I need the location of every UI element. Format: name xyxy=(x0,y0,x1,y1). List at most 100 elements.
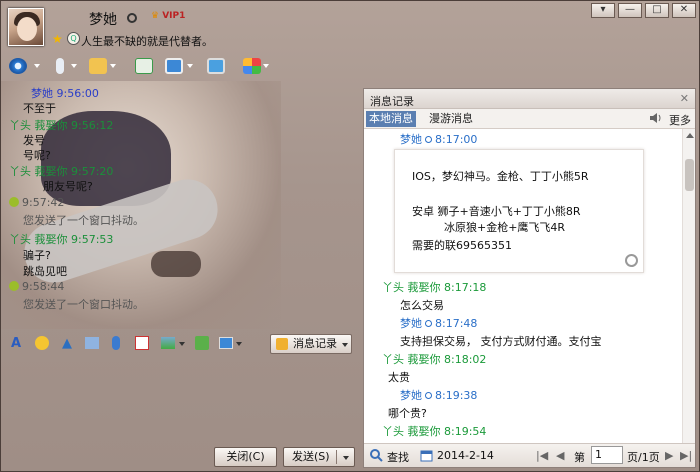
message-header: 梦她 9:56:00 xyxy=(31,87,99,100)
sender-time: 8:19:54 xyxy=(444,425,487,438)
system-message-time: 9:58:44 xyxy=(9,280,64,293)
first-page-icon[interactable]: |◀ xyxy=(536,449,548,462)
sender-time: 8:17:48 xyxy=(435,317,478,330)
sender-name: 梦她 xyxy=(400,389,422,402)
date-field[interactable]: 2014-2-14 xyxy=(437,449,494,462)
doodle-icon[interactable] xyxy=(133,334,151,352)
message-header: 丫头 莪娶你 9:57:53 xyxy=(9,233,114,246)
voice-call-icon[interactable] xyxy=(49,55,71,77)
speaker-icon[interactable] xyxy=(649,112,663,124)
apps-icon[interactable] xyxy=(241,55,263,77)
font-icon[interactable]: A xyxy=(7,334,25,352)
message-history-button[interactable]: 消息记录 xyxy=(270,334,352,354)
prev-page-icon[interactable]: ◀ xyxy=(556,449,564,462)
history-entry-header: 梦她 8:17:00 xyxy=(400,131,477,147)
image-text-line: 冰原狼+金枪+鹰飞飞4R xyxy=(444,221,566,234)
page-number-input[interactable]: 1 xyxy=(591,446,623,464)
gif-icon[interactable] xyxy=(83,334,101,352)
screenshot-icon[interactable] xyxy=(217,334,235,352)
contact-nickname[interactable]: 梦她 xyxy=(89,9,117,29)
message-text: 不至于 xyxy=(23,102,56,115)
message-text: 朋友号呢? xyxy=(43,180,93,193)
image-text-line: 需要的联69565351 xyxy=(412,239,512,252)
send-button[interactable]: 发送(S) xyxy=(283,447,355,467)
sender-name: 梦她 xyxy=(400,133,422,146)
picture-icon[interactable] xyxy=(159,334,177,352)
sender-name: 丫头 莪娶你 xyxy=(382,353,441,366)
contact-signature: 人生最不缺的就是代替者。 xyxy=(81,35,213,48)
music-icon[interactable] xyxy=(193,334,211,352)
online-status-icon xyxy=(127,13,137,23)
message-text: 发号 xyxy=(23,134,45,147)
history-tabs: 本地消息 漫游消息 更多 xyxy=(364,109,695,129)
scroll-thumb[interactable] xyxy=(685,159,694,191)
qzone-icon[interactable]: Q xyxy=(67,32,80,45)
avatar[interactable] xyxy=(8,8,44,46)
shake-window-icon[interactable]: ▲ xyxy=(58,334,76,352)
search-icon[interactable] xyxy=(370,449,383,462)
tab-local-messages[interactable]: 本地消息 xyxy=(366,111,416,127)
bg-figure-shoe xyxy=(151,251,201,277)
scroll-up-icon[interactable] xyxy=(686,133,694,138)
chevron-down-icon xyxy=(342,343,348,347)
star-icon[interactable]: ★ xyxy=(52,32,63,46)
image-message[interactable]: IOS，梦幻神马。金枪、丁丁小熊5R 安卓 狮子+音速小飞+丁丁小熊8R 冰原狼… xyxy=(394,149,644,273)
crown-icon: ♛ xyxy=(151,11,160,21)
sender-time: 8:18:02 xyxy=(444,353,487,366)
minimize-button[interactable]: — xyxy=(618,3,642,18)
status-icon xyxy=(425,392,432,399)
avatar-face xyxy=(17,17,37,41)
close-button[interactable]: 关闭(C) xyxy=(214,447,277,467)
history-entry-header: 丫头 莪娶你 8:19:54 xyxy=(382,423,486,439)
history-entry-header: 丫头 莪娶你 8:17:18 xyxy=(382,279,486,295)
shake-icon xyxy=(9,197,19,207)
sender-time: 8:17:18 xyxy=(444,281,487,294)
history-entry-text: 哪个贵? xyxy=(388,407,427,420)
window-menu-button[interactable]: ▾ xyxy=(591,3,615,18)
file-transfer-icon[interactable] xyxy=(87,55,109,77)
status-icon xyxy=(425,320,432,327)
history-footer: 查找 2014-2-14 |◀ ◀ 第 1 页/1页 ▶ ▶| xyxy=(364,443,695,467)
page-prefix: 第 xyxy=(574,451,585,464)
message-text: 跳岛见吧 xyxy=(23,265,67,278)
send-button-label: 发送(S) xyxy=(292,450,330,463)
search-button[interactable]: 查找 xyxy=(387,449,409,465)
close-icon[interactable]: ✕ xyxy=(680,92,689,105)
history-scrollbar[interactable] xyxy=(682,129,695,443)
sender-time: 8:17:00 xyxy=(435,133,478,146)
next-page-icon[interactable]: ▶ xyxy=(665,449,673,462)
message-header: 丫头 莪娶你 9:57:20 xyxy=(9,165,114,178)
create-group-icon[interactable] xyxy=(133,55,155,77)
more-button[interactable]: 更多 xyxy=(669,112,691,128)
message-header: 丫头 莪娶你 9:56:12 xyxy=(9,119,114,132)
image-text-line: IOS，梦幻神马。金枪、丁丁小熊5R xyxy=(412,170,589,183)
maximize-button[interactable]: □ xyxy=(645,3,669,18)
calendar-icon[interactable] xyxy=(420,449,433,462)
vip-badge[interactable]: ♛ VIP1 xyxy=(151,11,185,21)
sender-name: 丫头 莪娶你 xyxy=(382,281,441,294)
message-text: 骗子? xyxy=(23,249,51,262)
vip-label: VIP1 xyxy=(162,11,186,21)
remote-desktop-icon[interactable] xyxy=(163,55,185,77)
last-page-icon[interactable]: ▶| xyxy=(680,449,692,462)
history-icon xyxy=(276,338,288,350)
close-window-button[interactable]: ✕ xyxy=(672,3,696,18)
tab-roaming-messages[interactable]: 漫游消息 xyxy=(426,111,476,127)
chat-transcript: 梦她 9:56:00 不至于 丫头 莪娶你 9:56:12 发号 号呢? 丫头 … xyxy=(1,81,361,329)
system-message-time: 9:57:42 xyxy=(9,196,64,209)
voice-message-icon[interactable] xyxy=(107,334,125,352)
message-input[interactable] xyxy=(1,357,361,443)
screen-share-icon[interactable] xyxy=(205,55,227,77)
message-text: 号呢? xyxy=(23,149,51,162)
send-divider xyxy=(336,450,337,464)
sender-name: 梦她 xyxy=(400,317,422,330)
history-list: 梦她 8:17:00 IOS，梦幻神马。金枪、丁丁小熊5R 安卓 狮子+音速小飞+… xyxy=(364,129,695,443)
send-options-chevron-icon[interactable] xyxy=(343,456,349,460)
status-icon xyxy=(425,136,432,143)
zoom-icon[interactable] xyxy=(625,254,638,267)
history-entry-header: 梦她 8:19:38 xyxy=(400,387,477,403)
emoji-icon[interactable] xyxy=(33,334,51,352)
video-call-icon[interactable] xyxy=(7,55,29,77)
history-panel-title: 消息记录 xyxy=(370,95,414,108)
system-message: 您发送了一个窗口抖动。 xyxy=(23,298,144,311)
